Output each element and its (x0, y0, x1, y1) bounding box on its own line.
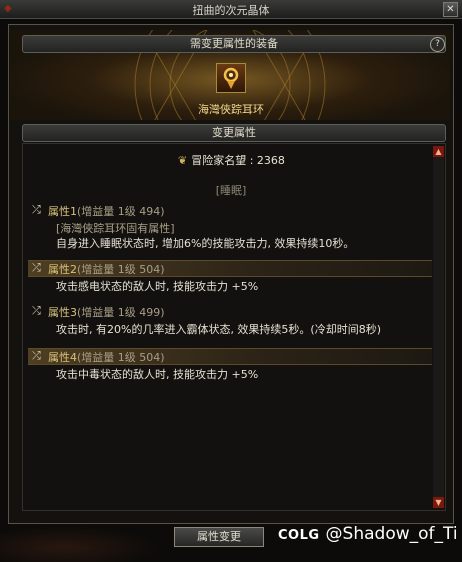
attribute-effect: 攻击时, 有20%的几率进入霸体状态, 效果持续5秒。(冷却时间8秒) (56, 323, 382, 336)
shuffle-icon: ⤮ (32, 203, 41, 216)
sleep-tag: [睡眠] (215, 184, 247, 197)
equipment-section-header: 需变更属性的装备 (22, 35, 446, 53)
attribute-effect: 攻击中毒状态的敌人时, 技能攻击力 +5% (56, 368, 259, 381)
attribute-origin: [海灣俠踪耳环固有属性] (56, 222, 175, 235)
attribute-row-1[interactable]: ⤮ 属性1(增益量 1级 494) (28, 203, 432, 218)
footer-decoration (0, 526, 160, 562)
attribute-row-4[interactable]: ⤮ 属性4(增益量 1级 504) (28, 348, 432, 365)
close-button[interactable]: ✕ (443, 2, 458, 17)
change-attribute-button[interactable]: 属性变更 (174, 527, 264, 547)
attribute-gain: (增益量 1级 504) (77, 263, 165, 276)
shuffle-icon: ⤮ (32, 304, 41, 317)
help-button[interactable]: ? (430, 37, 445, 52)
attribute-effect: 自身进入睡眠状态时, 增加6%的技能攻击力, 效果持续10秒。 (56, 237, 355, 250)
attribute-name: 属性3 (48, 306, 77, 319)
window-title: 扭曲的次元晶体 (192, 4, 270, 17)
scroll-up-button[interactable]: ▲ (433, 146, 444, 157)
attribute-gain: (增益量 1级 494) (77, 205, 165, 218)
attribute-name: 属性2 (48, 263, 77, 276)
scrollbar-track[interactable] (433, 146, 444, 508)
shuffle-icon: ⤮ (32, 349, 41, 362)
attribute-name: 属性4 (48, 351, 77, 364)
fame-label: 冒险家名望 : 2368 (191, 154, 285, 167)
scroll-down-button[interactable]: ▼ (433, 497, 444, 508)
attribute-gain: (增益量 1级 499) (77, 306, 165, 319)
item-name: 海灣俠踪耳环 (198, 103, 264, 116)
watermark-handle: @Shadow_of_Ti (325, 524, 458, 544)
title-bar: ◆ 扭曲的次元晶体 ✕ (0, 0, 462, 19)
shuffle-icon: ⤮ (32, 261, 41, 274)
attribute-row-3[interactable]: ⤮ 属性3(增益量 1级 499) (28, 304, 432, 319)
attribute-name: 属性1 (48, 205, 77, 218)
change-section-header: 变更属性 (22, 124, 446, 142)
attribute-row-2[interactable]: ⤮ 属性2(增益量 1级 504) (28, 260, 432, 277)
attribute-effect: 攻击感电状态的敌人时, 技能攻击力 +5% (56, 280, 259, 293)
fame-display: ❦ 冒险家名望 : 2368 (178, 152, 285, 168)
fame-icon: ❦ (178, 154, 188, 167)
watermark: COLG @Shadow_of_Ti (278, 524, 458, 544)
watermark-brand: COLG (278, 528, 320, 543)
earring-icon[interactable] (216, 63, 246, 93)
attribute-gain: (增益量 1级 504) (77, 351, 165, 364)
